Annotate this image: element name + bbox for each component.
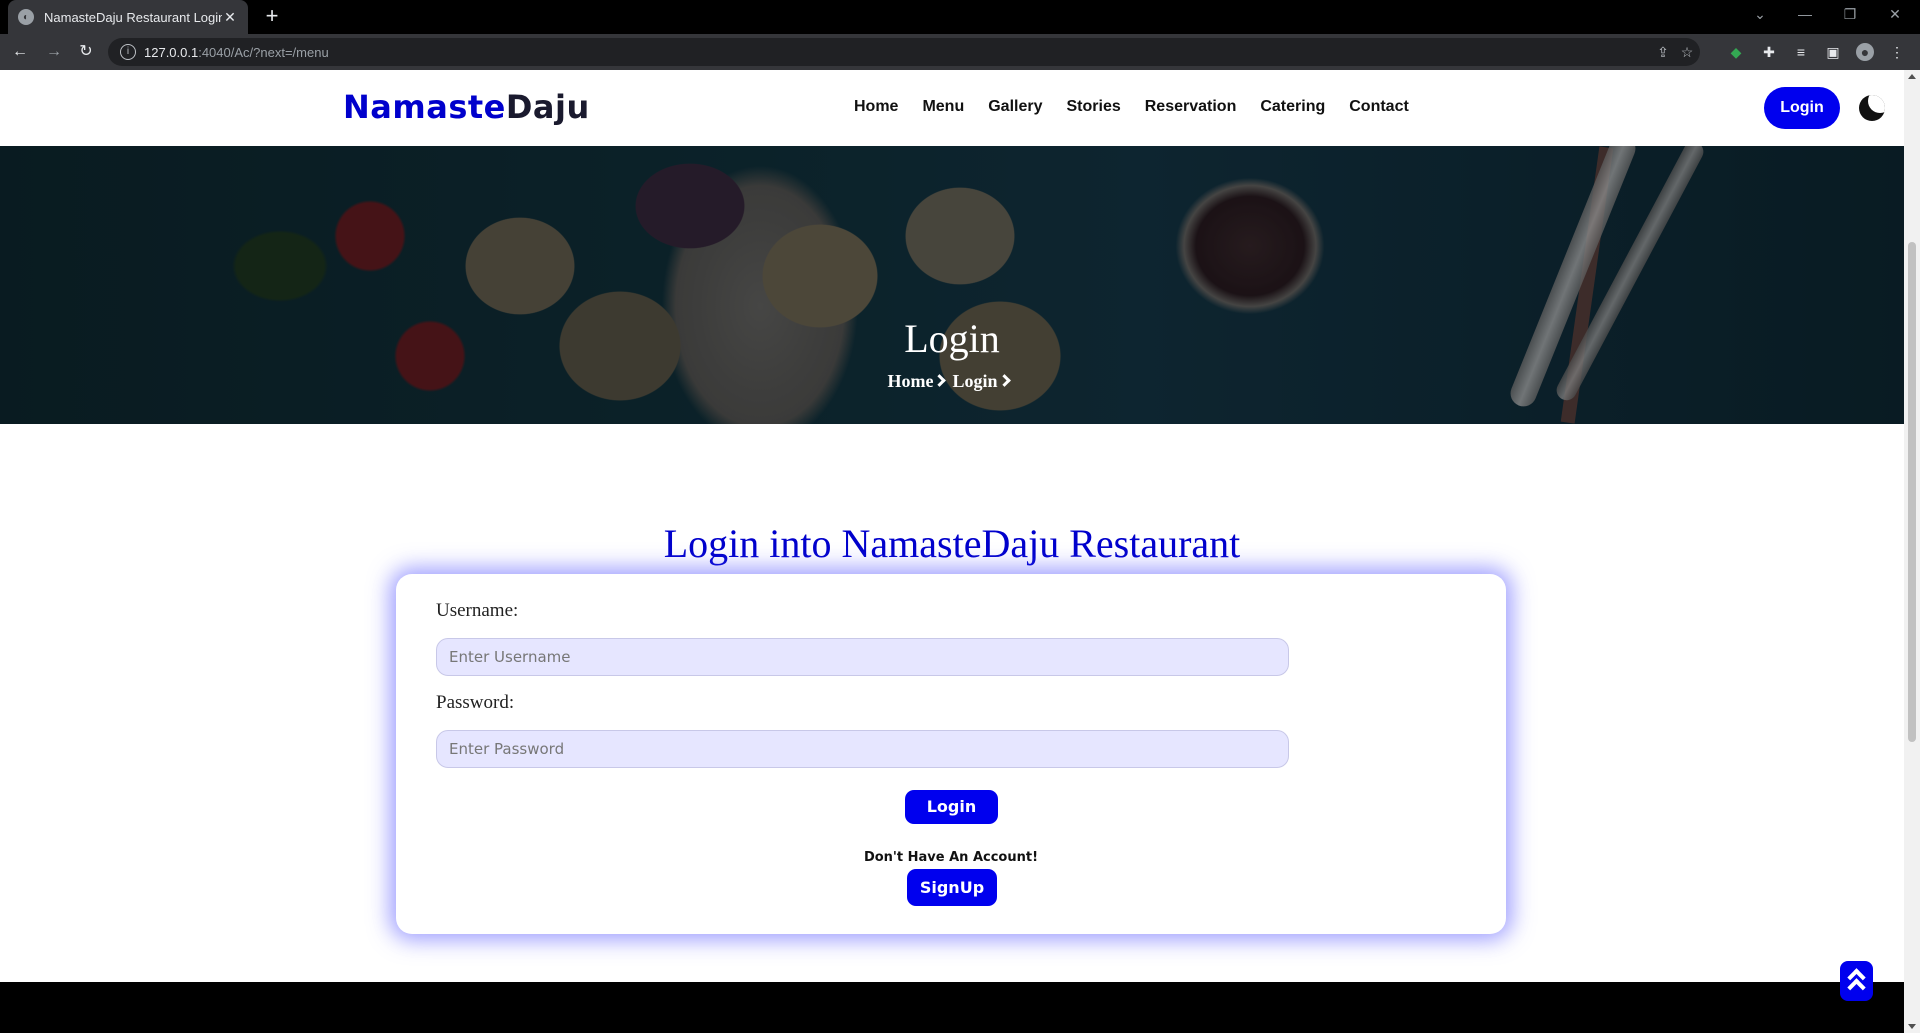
nav-menu[interactable]: Menu: [922, 98, 964, 116]
profile-avatar-icon[interactable]: ●: [1856, 43, 1874, 61]
share-icon[interactable]: ⇪: [1654, 44, 1672, 61]
scrollbar-thumb[interactable]: [1908, 242, 1916, 742]
main-nav: Home Menu Gallery Stories Reservation Ca…: [854, 98, 1409, 116]
web-page: NamasteDaju Home Menu Gallery Stories Re…: [0, 70, 1904, 1033]
url-path: :4040/Ac/?next=/menu: [198, 44, 329, 60]
username-label: Username:: [436, 600, 519, 621]
hero-banner: Login Home Login: [0, 146, 1904, 424]
nav-reservation[interactable]: Reservation: [1145, 98, 1237, 116]
login-submit-button[interactable]: Login: [905, 790, 998, 824]
sidepanel-icon[interactable]: ▣: [1824, 43, 1842, 61]
menu-kebab-icon[interactable]: ⋮: [1888, 43, 1906, 61]
media-icon[interactable]: ≡: [1792, 43, 1810, 61]
browser-toolbar: ← → ↻ i 127.0.0.1:4040/Ac/?next=/menu ⇪ …: [0, 34, 1920, 70]
site-logo[interactable]: NamasteDaju: [343, 88, 590, 126]
logo-part2: Daju: [505, 88, 590, 126]
tab-search-icon[interactable]: ⌄: [1750, 6, 1770, 23]
site-info-icon[interactable]: i: [120, 44, 136, 60]
login-heading: Login into NamasteDaju Restaurant: [663, 521, 1241, 566]
browser-tabbar: ◐ NamasteDaju Restaurant Login ✕ + ⌄ — ❐…: [0, 0, 1920, 34]
breadcrumb-current: Login: [952, 371, 998, 391]
footer: [0, 982, 1904, 1033]
restore-icon[interactable]: ❐: [1840, 6, 1860, 23]
puzzle-icon[interactable]: ✚: [1760, 43, 1778, 61]
username-input[interactable]: Enter Username: [436, 638, 1289, 676]
bookmark-star-icon[interactable]: ☆: [1678, 44, 1696, 61]
tab-title: NamasteDaju Restaurant Login: [44, 9, 222, 25]
hero-title: Login: [904, 316, 1000, 361]
site-header: NamasteDaju Home Menu Gallery Stories Re…: [0, 70, 1904, 146]
scroll-down-icon[interactable]: [1908, 1024, 1916, 1029]
nav-catering[interactable]: Catering: [1260, 98, 1325, 116]
close-tab-icon[interactable]: ✕: [222, 9, 238, 26]
page-scrollbar[interactable]: [1904, 70, 1920, 1033]
signup-button[interactable]: SignUp: [907, 869, 997, 906]
breadcrumb-home[interactable]: Home: [887, 371, 933, 391]
new-tab-icon[interactable]: +: [260, 5, 284, 29]
login-form-card: Username: Enter Username Password: Enter…: [396, 574, 1506, 934]
nav-gallery[interactable]: Gallery: [988, 98, 1042, 116]
globe-icon: ◐: [18, 9, 34, 25]
extension-icon[interactable]: ◆: [1727, 43, 1745, 61]
breadcrumb: Home Login: [0, 371, 1904, 392]
logo-part1: Namaste: [343, 88, 506, 126]
password-label: Password:: [436, 692, 515, 713]
scroll-to-top-button[interactable]: [1840, 961, 1873, 1001]
chevron-right-icon: [997, 374, 1011, 387]
nav-home[interactable]: Home: [854, 98, 898, 116]
nav-stories[interactable]: Stories: [1067, 98, 1121, 116]
username-placeholder: Enter Username: [449, 648, 571, 666]
password-input[interactable]: Enter Password: [436, 730, 1289, 768]
url-host: 127.0.0.1: [144, 44, 199, 60]
forward-icon[interactable]: →: [44, 42, 64, 62]
close-window-icon[interactable]: ✕: [1885, 6, 1905, 23]
back-icon[interactable]: ←: [10, 42, 30, 62]
header-login-button[interactable]: Login: [1764, 87, 1840, 129]
dark-mode-moon-icon[interactable]: [1859, 95, 1885, 121]
nav-contact[interactable]: Contact: [1349, 98, 1409, 116]
minimize-icon[interactable]: —: [1795, 6, 1815, 22]
browser-tab[interactable]: ◐ NamasteDaju Restaurant Login ✕: [8, 0, 248, 34]
password-placeholder: Enter Password: [449, 740, 565, 758]
reload-icon[interactable]: ↻: [76, 42, 96, 62]
chevron-right-icon: [933, 374, 947, 387]
address-bar[interactable]: i 127.0.0.1:4040/Ac/?next=/menu ⇪ ☆: [108, 38, 1700, 66]
scroll-up-icon[interactable]: [1908, 74, 1916, 79]
no-account-text: Don't Have An Account!: [863, 850, 1039, 865]
